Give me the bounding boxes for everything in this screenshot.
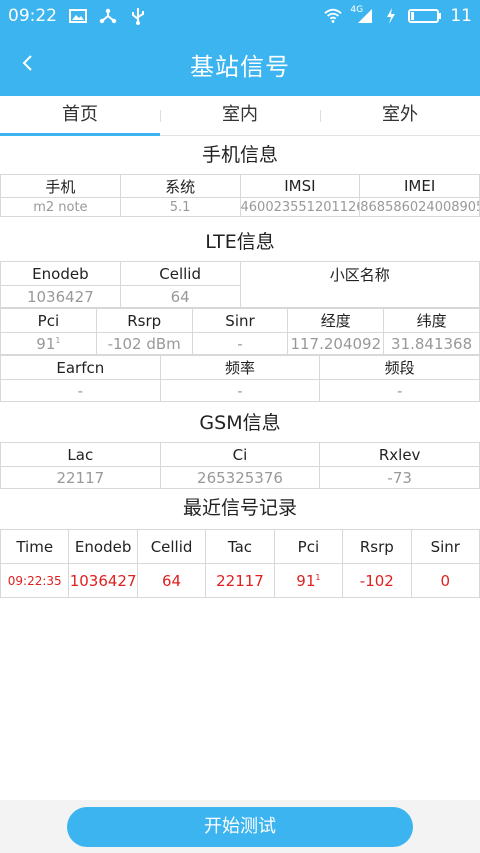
- app-bar: 基站信号: [0, 32, 480, 96]
- ci-value: 265325376: [159, 466, 321, 489]
- band-value: -: [319, 379, 480, 402]
- usb-share-icon: [99, 8, 117, 24]
- time-column-header: Time: [0, 529, 70, 564]
- earfcn-value: -: [0, 379, 161, 402]
- start-test-button[interactable]: 开始测试: [67, 807, 413, 847]
- frequency-value: -: [159, 379, 321, 402]
- enodeb-column-header: Enodeb: [68, 529, 138, 564]
- phone-header: 手机: [0, 174, 121, 198]
- system-value: 5.1: [119, 197, 241, 217]
- recent-records-table: Time Enodeb Cellid Tac Pci Rsrp Sinr 09:…: [0, 529, 480, 598]
- phone-info-table: 手机 系统 IMSI IMEI m2 note 5.1 460023551201…: [0, 174, 480, 217]
- status-bar: 09:22 4G 11: [0, 0, 480, 32]
- record-pci-number: 91: [296, 571, 316, 590]
- record-time: 09:22:35: [0, 563, 70, 598]
- sinr-column-header: Sinr: [410, 529, 480, 564]
- battery-level: 11: [450, 6, 472, 26]
- lte-info-table-2: Pci Rsrp Sinr 经度 纬度 911 -102 dBm - 117.2…: [0, 308, 480, 355]
- lac-value: 22117: [0, 466, 161, 489]
- ci-header: Ci: [159, 442, 321, 467]
- cellid-header: Cellid: [119, 261, 241, 286]
- pci-superscript: 1: [55, 335, 61, 345]
- record-pci: 911: [273, 563, 344, 598]
- tab-outdoor[interactable]: 室外: [320, 96, 480, 135]
- lte-info-title: LTE信息: [205, 231, 275, 253]
- frequency-header: 频率: [159, 355, 321, 380]
- record-sinr: 0: [410, 563, 480, 598]
- phone-info-title: 手机信息: [201, 144, 278, 166]
- sinr-value: -: [191, 332, 289, 355]
- band-header: 频段: [319, 355, 480, 380]
- latitude-header: 纬度: [383, 308, 480, 333]
- table-row: 09:22:35 1036427 64 22117 911 -102 0: [0, 563, 480, 598]
- earfcn-header: Earfcn: [0, 355, 161, 380]
- gsm-info-table: Lac Ci Rxlev 22117 265325376 -73: [0, 442, 480, 489]
- tac-column-header: Tac: [205, 529, 275, 564]
- tab-indoor[interactable]: 室内: [160, 96, 320, 135]
- imei-value: 868586024008905: [359, 197, 480, 217]
- recent-records-title: 最近信号记录: [182, 497, 297, 519]
- pci-number: 91: [36, 334, 56, 353]
- pci-column-header: Pci: [273, 529, 344, 564]
- lac-header: Lac: [0, 442, 161, 467]
- record-rsrp: -102: [342, 563, 412, 598]
- rsrp-header: Rsrp: [95, 308, 193, 333]
- lte-info-table-3: Earfcn 频率 频段 - - -: [0, 355, 480, 402]
- chevron-left-icon[interactable]: [14, 50, 40, 76]
- tab-bar: 首页 室内 室外: [0, 96, 480, 136]
- enodeb-value: 1036427: [0, 285, 121, 308]
- page-title: 基站信号: [190, 52, 290, 81]
- cellid-column-header: Cellid: [136, 529, 207, 564]
- image-icon: [69, 8, 87, 24]
- record-cellid: 64: [136, 563, 207, 598]
- pci-header: Pci: [0, 308, 97, 333]
- cellid-value: 64: [119, 285, 241, 308]
- lte-info-table-1: Enodeb Cellid 小区名称 1036427 64: [0, 261, 480, 308]
- gsm-info-title: GSM信息: [199, 412, 281, 434]
- charging-icon: [382, 8, 400, 24]
- usb-icon: [129, 8, 147, 25]
- latitude-value: 31.841368: [383, 332, 480, 355]
- imei-header: IMEI: [359, 174, 480, 198]
- rxlev-header: Rxlev: [319, 442, 480, 467]
- pci-value: 911: [0, 332, 97, 355]
- record-enodeb: 1036427: [68, 563, 138, 598]
- record-pci-superscript: 1: [315, 572, 321, 582]
- longitude-header: 经度: [287, 308, 385, 333]
- enodeb-header: Enodeb: [0, 261, 121, 286]
- longitude-value: 117.204092: [287, 332, 385, 355]
- cell-signal-icon: 4G: [350, 5, 374, 24]
- cell-name-header: 小区名称: [239, 261, 480, 308]
- rsrp-column-header: Rsrp: [342, 529, 412, 564]
- phone-value: m2 note: [0, 197, 121, 217]
- rxlev-value: -73: [319, 466, 480, 489]
- record-tac: 22117: [205, 563, 275, 598]
- wifi-icon: [324, 8, 343, 24]
- rsrp-value: -102 dBm: [95, 332, 193, 355]
- imsi-value: 460023551201126: [239, 197, 361, 217]
- battery-icon: [408, 8, 442, 24]
- tab-home[interactable]: 首页: [0, 96, 160, 136]
- status-time: 09:22: [8, 6, 57, 26]
- imsi-header: IMSI: [239, 174, 361, 198]
- sinr-header: Sinr: [191, 308, 289, 333]
- network-type-label: 4G: [350, 5, 364, 15]
- system-header: 系统: [119, 174, 241, 198]
